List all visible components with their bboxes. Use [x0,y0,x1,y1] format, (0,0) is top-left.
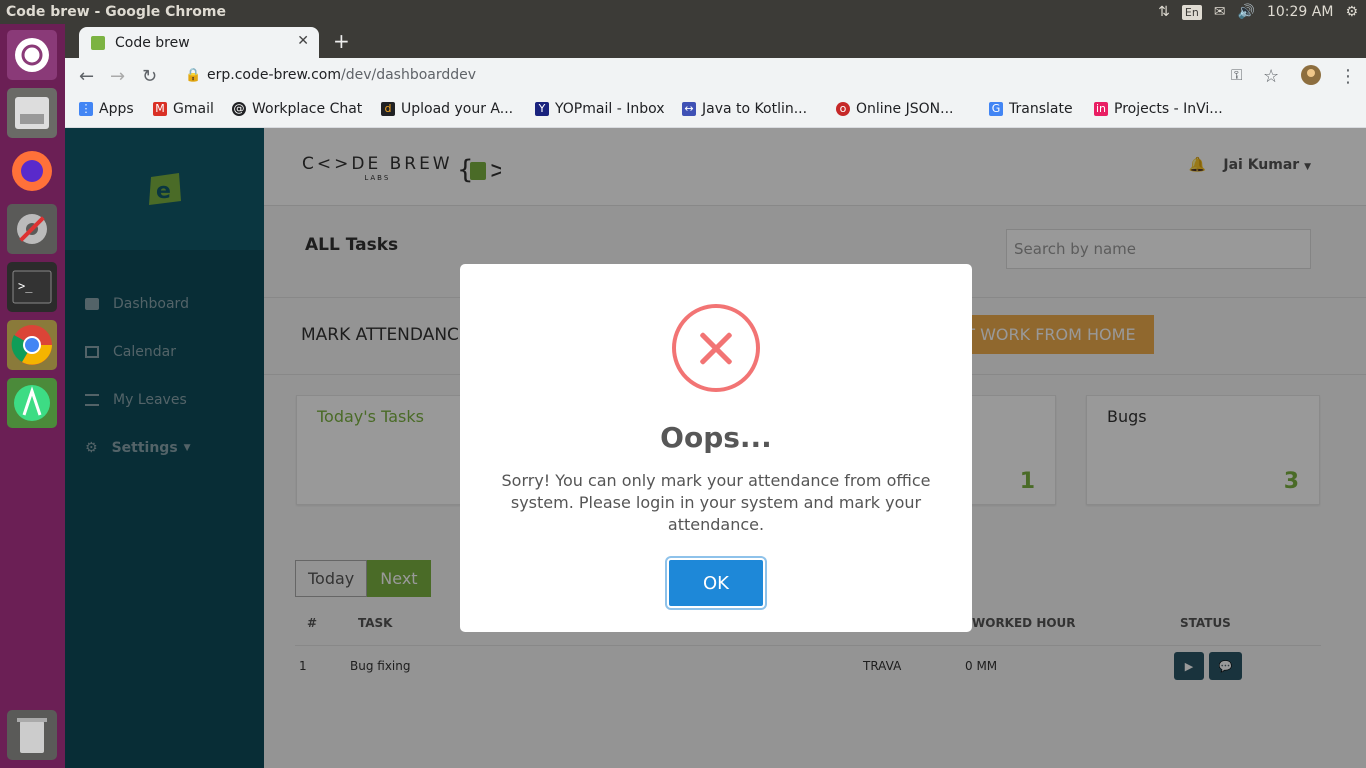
bookmark-label: YOPmail - Inbox [555,101,665,117]
bookmark-json[interactable]: o Online JSON... [836,101,953,117]
converter-icon: ↔ [682,102,696,116]
chrome-icon[interactable] [7,320,57,370]
lock-icon[interactable]: 🔒 [185,68,201,83]
upload-d-icon: d [381,102,395,116]
close-tab-icon[interactable]: ✕ [297,33,309,49]
os-top-bar: Code brew - Google Chrome ⇅ En ✉ 🔊 10:29… [0,0,1366,24]
menu-kebab-icon[interactable]: ⋮ [1339,66,1357,87]
dialog-title: Oops... [660,421,772,454]
profile-avatar-icon[interactable] [1301,65,1321,90]
reload-icon[interactable]: ↻ [142,66,157,87]
bookmarks-bar: ⋮ Apps M Gmail @ Workplace Chat d Upload you… [65,94,1366,128]
ok-button[interactable]: OK [667,558,765,608]
dialog-message: Sorry! You can only mark your attendance… [501,471,931,534]
android-studio-icon[interactable] [7,378,57,428]
bookmark-label: Apps [99,101,134,117]
settings-app-icon[interactable] [7,204,57,254]
network-icon[interactable]: ⇅ [1158,4,1170,20]
files-icon[interactable] [7,88,57,138]
key-icon[interactable]: ⚿ [1231,66,1242,84]
keyboard-layout[interactable]: En [1181,4,1202,20]
error-dialog: Oops... Sorry! You can only mark your at… [460,264,972,632]
bookmark-gmail[interactable]: M Gmail [153,101,214,117]
bookmark-label: Workplace Chat [252,101,363,117]
clock[interactable]: 10:29 AM [1267,4,1333,20]
favicon-icon [91,35,105,50]
yopmail-icon: Y [535,102,549,116]
bookmark-java-kotlin[interactable]: ↔ Java to Kotlin... [682,101,807,117]
apps-grid-icon: ⋮ [79,102,93,116]
bookmark-label: Projects - InVi... [1114,101,1223,117]
bookmark-yopmail[interactable]: Y YOPmail - Inbox [535,101,665,117]
mail-icon[interactable]: ✉ [1214,4,1226,20]
tab-title: Code brew [115,34,190,51]
bookmark-upload[interactable]: d Upload your A... [381,101,513,117]
invision-icon: in [1094,102,1108,116]
bookmark-label: Online JSON... [856,101,954,117]
volume-icon[interactable]: 🔊 [1238,4,1255,20]
error-x-icon [672,304,760,392]
url-path: /dev/dashboarddev [340,67,477,83]
firefox-icon[interactable] [7,146,57,196]
trash-icon[interactable] [7,710,57,760]
forward-icon[interactable]: → [110,66,125,87]
bookmark-invision[interactable]: in Projects - InVi... [1094,101,1223,117]
launcher: >_ [0,24,65,768]
translate-icon: G [989,102,1003,116]
power-gear-icon[interactable]: ⚙ [1345,4,1358,20]
tab-strip: Code brew ✕ + [65,24,1366,58]
ubuntu-dash-icon[interactable] [7,30,57,80]
bookmark-translate[interactable]: G Translate [989,101,1073,117]
window-title: Code brew - Google Chrome [6,4,226,20]
bookmark-label: Gmail [173,101,214,117]
back-icon[interactable]: ← [79,66,94,87]
bookmark-apps[interactable]: ⋮ Apps [79,101,134,117]
browser-tab[interactable]: Code brew ✕ [79,27,319,58]
url-domain: erp.code-brew.com [207,67,341,83]
svg-text:>_: >_ [18,279,33,293]
bookmark-label: Upload your A... [401,101,514,117]
star-icon[interactable]: ☆ [1263,66,1279,87]
address-bar: ← → ↻ 🔒 erp.code-brew.com/dev/dashboardd… [65,58,1366,94]
workplace-icon: @ [232,102,246,116]
new-tab-icon[interactable]: + [333,29,350,53]
url-field[interactable]: erp.code-brew.com/dev/dashboarddev [207,67,476,83]
modal-backdrop-sidebar[interactable] [65,128,264,768]
bookmark-workplace[interactable]: @ Workplace Chat [232,101,362,117]
gmail-icon: M [153,102,167,116]
json-icon: o [836,102,850,116]
bookmark-label: Translate [1009,101,1073,117]
bookmark-label: Java to Kotlin... [702,101,808,117]
terminal-icon[interactable]: >_ [7,262,57,312]
